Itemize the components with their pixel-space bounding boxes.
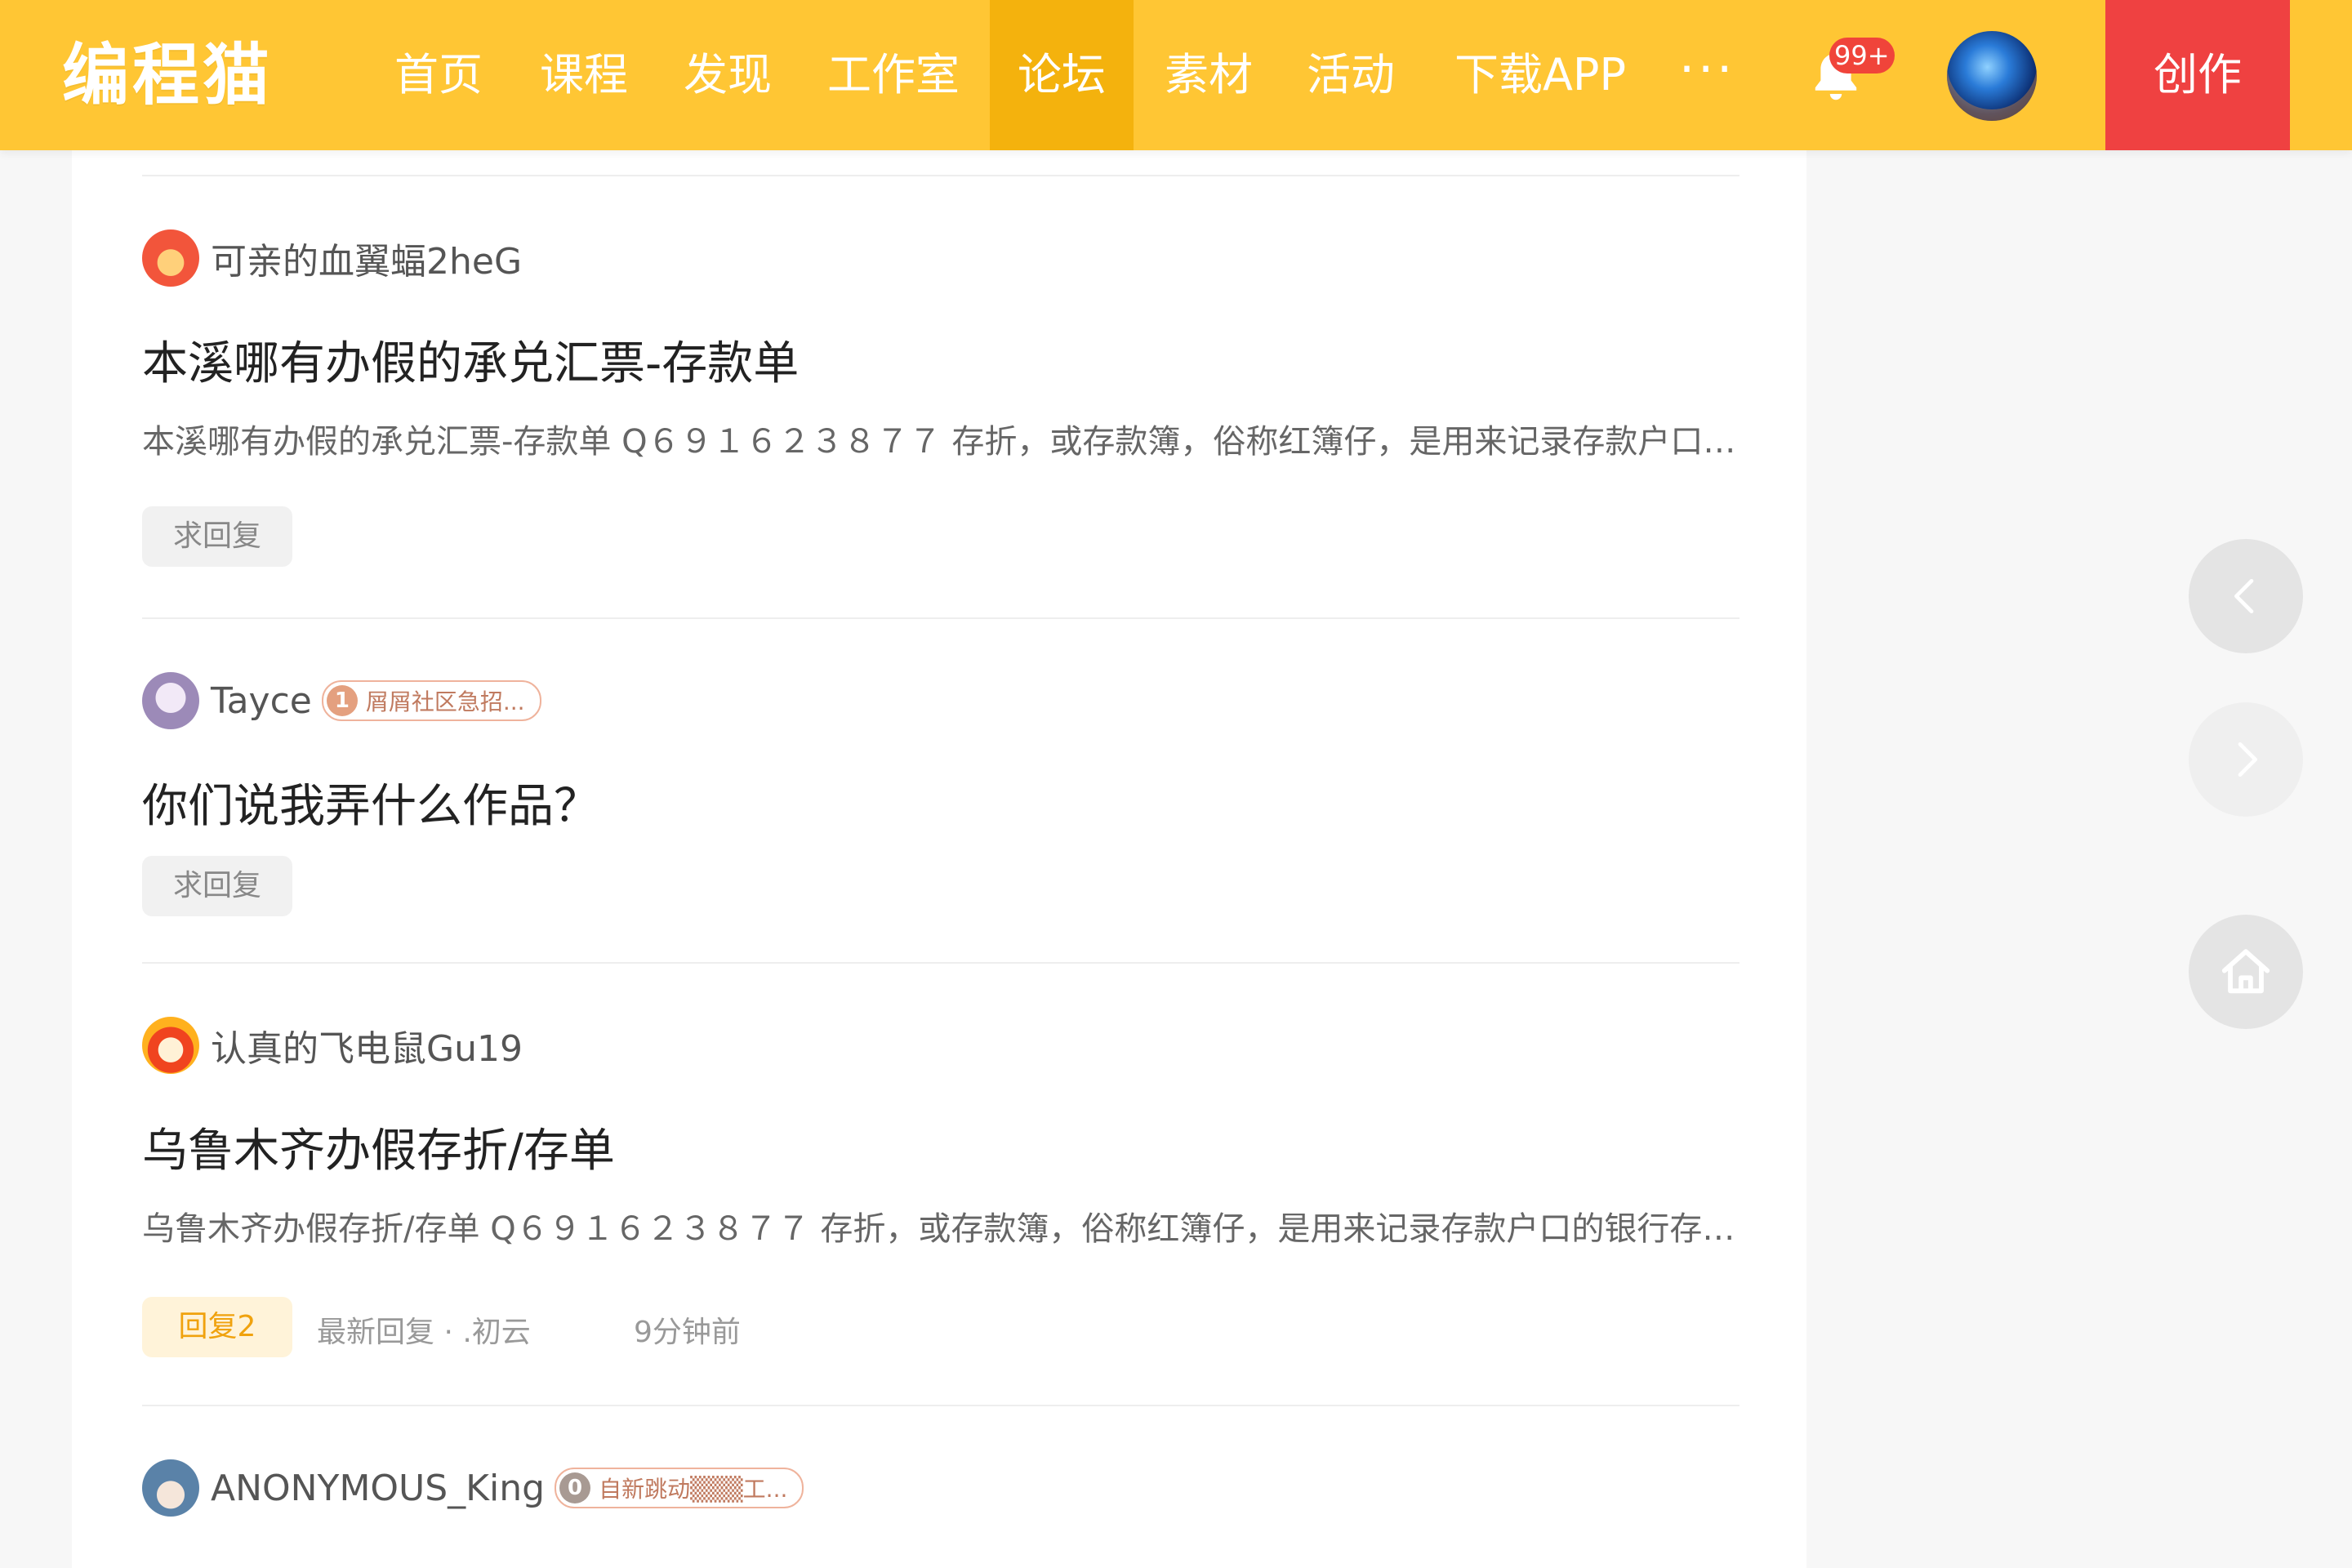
author-avatar[interactable] (142, 1459, 199, 1517)
site-logo[interactable]: 编程猫 (62, 31, 273, 121)
post-divider (142, 617, 1740, 619)
nav-item-studio[interactable]: 工作室 (818, 0, 969, 150)
chevron-right-icon (2238, 742, 2257, 777)
nav-item-courses[interactable]: 课程 (524, 0, 644, 150)
nav-item-home[interactable]: 首页 (379, 0, 498, 150)
nav-item-discover[interactable]: 发现 (668, 0, 787, 150)
post-item[interactable]: ANONYMOUS_King 0 自新跳动▒▒▒工... (142, 1459, 1740, 1568)
post-item[interactable]: Tayce 1 屑屑社区急招... 你们说我弄什么作品？ 求回复 (142, 671, 1740, 965)
author-name[interactable]: Tayce (211, 680, 312, 722)
author-name[interactable]: 可亲的血翼蝠2heG (211, 232, 522, 284)
post-divider (142, 1405, 1740, 1406)
home-icon (2221, 949, 2270, 994)
post-excerpt: 乌鲁木齐办假存折/存单 Q６９１６２３８７７ 存折，或存款簿，俗称红簿仔，是用来… (142, 1210, 1740, 1248)
more-dots-icon[interactable]: ··· (1679, 0, 1735, 150)
latest-reply: 最新回复 · .初云 (317, 1316, 531, 1349)
tag-level: 0 (559, 1472, 591, 1503)
post-title[interactable]: 乌鲁木齐办假存折/存单 (142, 1114, 615, 1180)
tag-level: 1 (326, 685, 358, 716)
tag-text: 屑屑社区急招... (365, 688, 525, 715)
home-button[interactable] (2189, 915, 2303, 1029)
prev-page-button[interactable] (2189, 539, 2303, 653)
status-badge: 求回复 (142, 506, 292, 567)
author-name[interactable]: 认真的飞电鼠Gu19 (211, 1019, 523, 1071)
nav-item-materials[interactable]: 素材 (1153, 0, 1264, 150)
post-author[interactable]: ANONYMOUS_King 0 自新跳动▒▒▒工... (142, 1459, 804, 1517)
post-author[interactable]: 认真的飞电鼠Gu19 (142, 1016, 523, 1075)
create-button[interactable]: 创作 (2105, 0, 2290, 150)
user-avatar[interactable] (1947, 31, 2037, 121)
studio-tag[interactable]: 1 屑屑社区急招... (321, 680, 541, 721)
post-title[interactable]: 本溪哪有办假的承兑汇票-存款单 (142, 327, 799, 393)
nav-item-events[interactable]: 活动 (1295, 0, 1406, 150)
author-name[interactable]: ANONYMOUS_King (211, 1468, 545, 1509)
nav-item-download-app[interactable]: 下载APP (1446, 0, 1635, 150)
reply-time: 9分钟前 (634, 1316, 741, 1349)
tag-text: 自新跳动▒▒▒工... (599, 1476, 788, 1503)
post-author[interactable]: Tayce 1 屑屑社区急招... (142, 671, 541, 730)
author-avatar[interactable] (142, 672, 199, 729)
post-divider (142, 175, 1740, 176)
chevron-left-icon (2234, 579, 2254, 613)
studio-tag[interactable]: 0 自新跳动▒▒▒工... (555, 1468, 804, 1508)
next-page-button[interactable] (2189, 702, 2303, 817)
nav-item-forum[interactable]: 论坛 (990, 0, 1134, 150)
post-divider (142, 962, 1740, 964)
status-badge: 求回复 (142, 856, 292, 916)
author-avatar[interactable] (142, 229, 199, 287)
top-navbar: 编程猫 首页 课程 发现 工作室 论坛 素材 活动 下载APP ··· 99+ … (0, 0, 2352, 150)
post-title[interactable]: 你们说我弄什么作品？ (142, 769, 599, 835)
post-item[interactable]: 可亲的血翼蝠2heG 本溪哪有办假的承兑汇票-存款单 本溪哪有办假的承兑汇票-存… (142, 229, 1740, 596)
author-avatar[interactable] (142, 1017, 199, 1074)
notification-badge: 99+ (1829, 38, 1895, 74)
forum-post-list: 可亲的血翼蝠2heG 本溪哪有办假的承兑汇票-存款单 本溪哪有办假的承兑汇票-存… (72, 150, 1806, 1568)
post-item[interactable]: 认真的飞电鼠Gu19 乌鲁木齐办假存折/存单 乌鲁木齐办假存折/存单 Q６９１６… (142, 1016, 1740, 1408)
reply-count-badge[interactable]: 回复2 (142, 1297, 292, 1357)
post-excerpt: 本溪哪有办假的承兑汇票-存款单 Q６９１６２３８７７ 存折，或存款簿，俗称红簿仔… (142, 423, 1740, 461)
post-author[interactable]: 可亲的血翼蝠2heG (142, 229, 522, 287)
